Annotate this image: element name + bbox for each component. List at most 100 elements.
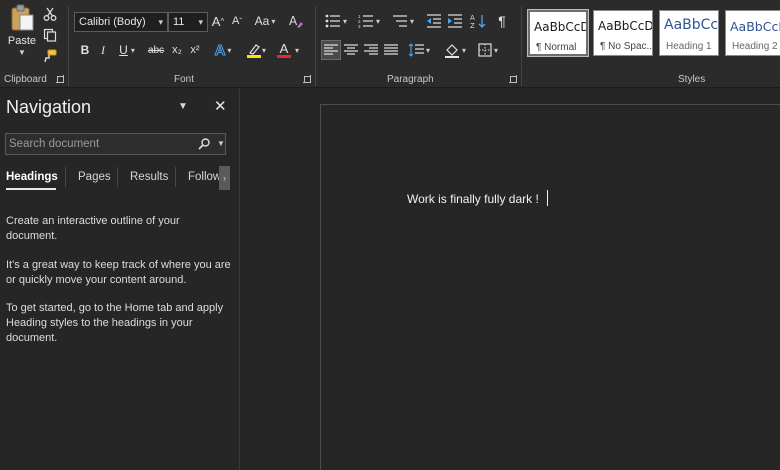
tab-headings[interactable]: Headings (6, 171, 58, 183)
line-spacing-button[interactable]: ▾ (405, 40, 433, 60)
pilcrow-label: ¶ (498, 13, 506, 29)
style-heading-2[interactable]: AaBbCcDc Heading 2 (725, 10, 780, 56)
numbering-button[interactable]: 1 2 3 ▾ (354, 12, 384, 30)
scissors-icon[interactable] (42, 6, 58, 22)
strikethrough-label: abc (147, 44, 165, 56)
divider (68, 6, 69, 86)
tab-scroll-right-button[interactable]: › (219, 166, 230, 190)
style-heading-1[interactable]: AaBbCc Heading 1 (659, 10, 719, 56)
font-name-value: Calibri (Body) (79, 16, 146, 28)
multilevel-list-button[interactable]: ▾ (388, 12, 418, 30)
change-case-label: Aa (254, 14, 270, 28)
search-input[interactable] (6, 134, 191, 154)
style-name: Heading 1 (666, 41, 712, 52)
search-icon[interactable] (197, 137, 211, 151)
grow-font-button[interactable]: A ^ (210, 12, 226, 30)
style-name: ¶ No Spac... (600, 41, 653, 52)
shrink-font-button[interactable]: Aˇ (229, 12, 245, 30)
underline-button[interactable]: U ▾ (114, 41, 140, 59)
style-normal[interactable]: AaBbCcDc ¶ Normal (527, 9, 589, 57)
tab-follow[interactable]: Follow (188, 171, 221, 183)
decrease-indent-button[interactable] (425, 12, 443, 30)
search-options-icon[interactable]: ▼ (217, 139, 225, 148)
bold-button[interactable]: B (78, 41, 92, 59)
justify-icon (384, 44, 398, 55)
strikethrough-button[interactable]: abc (146, 41, 166, 59)
align-right-button[interactable] (362, 40, 380, 60)
search-box: ▼ (5, 133, 226, 155)
svg-text:Z: Z (470, 22, 475, 29)
font-size-select[interactable]: 11 ▾ (168, 12, 208, 32)
style-no-spacing[interactable]: AaBbCcDc ¶ No Spac... (593, 10, 653, 56)
font-name-select[interactable]: Calibri (Body) ▾ (74, 12, 168, 32)
shading-button[interactable]: ▾ (441, 40, 469, 60)
italic-label: I (101, 42, 105, 57)
highlight-color-bar (247, 54, 261, 58)
paragraph-launcher-icon[interactable] (509, 75, 517, 83)
superscript-button[interactable]: x² (188, 41, 202, 59)
borders-button[interactable]: ▾ (474, 40, 502, 60)
align-center-icon (344, 44, 358, 55)
decrease-indent-icon (427, 14, 441, 28)
svg-text:A: A (470, 14, 475, 22)
tab-results[interactable]: Results (130, 171, 168, 183)
style-name: Heading 2 (732, 41, 778, 52)
paste-button[interactable]: Paste ▼ (6, 4, 38, 60)
close-icon[interactable]: ✕ (214, 97, 227, 115)
chevron-right-icon: › (223, 173, 226, 183)
document-page[interactable]: Work is finally fully dark ! (320, 104, 780, 470)
align-right-icon (364, 44, 378, 55)
italic-button[interactable]: I (96, 41, 110, 59)
font-size-value: 11 (173, 16, 185, 28)
style-name: ¶ Normal (536, 42, 577, 53)
tab-pages[interactable]: Pages (78, 171, 111, 183)
paintbrush-icon[interactable] (42, 48, 58, 64)
document-text[interactable]: Work is finally fully dark ! (407, 192, 539, 206)
copy-icon[interactable] (42, 27, 58, 43)
bullets-button[interactable]: ▾ (322, 12, 350, 30)
sort-icon: AZ (470, 14, 486, 29)
line-spacing-icon (408, 43, 424, 57)
align-center-button[interactable] (342, 40, 360, 60)
paste-dropdown-icon[interactable]: ▼ (18, 48, 26, 57)
bold-label: B (80, 43, 90, 57)
svg-text:A: A (289, 14, 298, 28)
nav-help-paragraph: Create an interactive outline of your do… (6, 215, 180, 242)
justify-button[interactable] (382, 40, 400, 60)
paint-bucket-icon (444, 44, 459, 58)
style-sample: AaBbCcDc (598, 19, 653, 33)
chevron-down-icon[interactable]: ▼ (178, 101, 188, 112)
show-formatting-button[interactable]: ¶ (494, 12, 510, 30)
font-color-button[interactable]: A (276, 40, 292, 60)
chevron-down-icon: ▾ (158, 17, 163, 27)
borders-icon (478, 43, 492, 57)
highlighter-icon (249, 43, 260, 55)
font-group-label: Font (174, 74, 195, 85)
divider (521, 6, 522, 86)
subscript-button[interactable]: x₂ (170, 41, 184, 59)
font-launcher-icon[interactable] (303, 75, 311, 83)
font-color-dropdown-icon[interactable]: ▾ (295, 46, 299, 55)
navigation-title: Navigation (6, 97, 92, 117)
text-effects-button[interactable]: A ▾ (210, 40, 236, 60)
change-case-button[interactable]: Aa ▾ (252, 12, 278, 30)
styles-group-label: Styles (678, 74, 706, 85)
document-area: Work is finally fully dark ! (241, 89, 780, 470)
text-cursor (547, 190, 548, 206)
clipboard-launcher-icon[interactable] (56, 75, 64, 83)
nav-help-paragraph: It's a great way to keep track of where … (6, 259, 231, 286)
active-tab-indicator (6, 188, 56, 190)
paste-label: Paste (7, 35, 37, 47)
clear-formatting-icon[interactable]: A (287, 12, 305, 30)
divider (65, 167, 66, 187)
navigation-pane: Navigation ▼ ✕ ▼ Headings Pages Results … (0, 89, 240, 470)
highlight-dropdown-icon[interactable]: ▾ (262, 46, 266, 55)
clipboard-group-label: Clipboard (4, 74, 47, 85)
align-left-button[interactable] (321, 40, 341, 60)
align-left-icon (324, 44, 338, 55)
sort-button[interactable]: AZ (469, 12, 487, 30)
increase-indent-button[interactable] (446, 12, 464, 30)
clipboard-paste-icon (11, 4, 34, 31)
multilevel-list-icon (392, 15, 407, 27)
style-sample: AaBbCcDc (534, 20, 586, 34)
